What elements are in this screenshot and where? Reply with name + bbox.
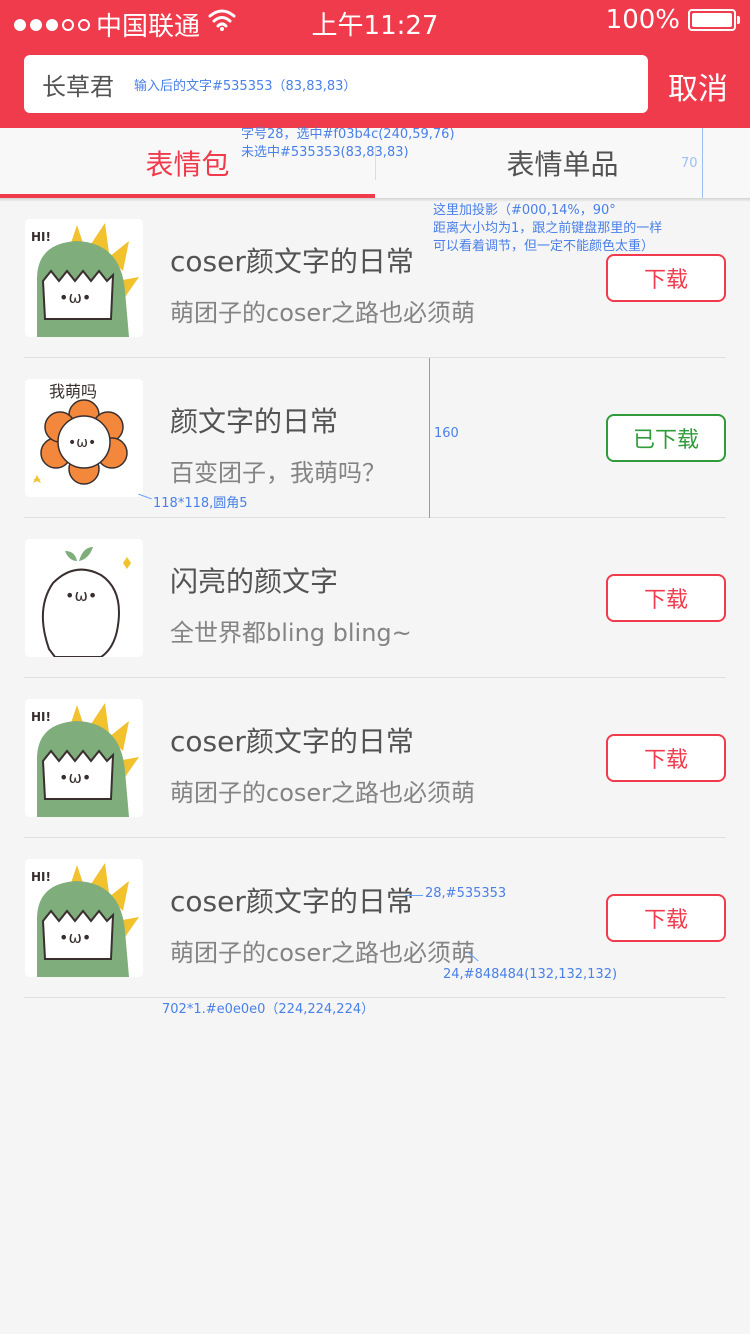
sprout-icon: •ω•	[25, 539, 143, 657]
item-subtitle: 百变团子，我萌吗？	[170, 459, 386, 487]
list-item[interactable]: •ω• 我萌吗 颜文字的日常 百变团子，我萌吗？ 已下载	[0, 358, 750, 518]
annotation-shadow-1: 这里加投影（#000,14%，90°	[433, 203, 616, 218]
annotation-row-height-line	[429, 358, 430, 518]
item-subtitle: 萌团子的coser之路也必须萌	[170, 939, 476, 967]
sticker-thumbnail: •ω•	[25, 539, 143, 657]
item-title: coser颜文字的日常	[170, 725, 414, 758]
item-title: 颜文字的日常	[170, 405, 339, 438]
annotation-title-line	[405, 895, 423, 896]
battery-group: 100%	[605, 5, 740, 35]
sticker-thumbnail: •ω• 我萌吗	[25, 379, 143, 497]
annotation-tab-height-line	[702, 128, 703, 198]
item-title: coser颜文字的日常	[170, 245, 414, 278]
search-query: 长草君	[42, 72, 114, 101]
item-title: 闪亮的颜文字	[170, 565, 339, 598]
list-item[interactable]: •ω• HI! coser颜文字的日常 萌团子的coser之路也必须萌 下载	[0, 838, 750, 998]
svg-text:HI!: HI!	[31, 710, 51, 724]
search-input[interactable]: 长草君 输入后的文字#535353（83,83,83）	[24, 55, 648, 113]
cancel-button[interactable]: 取消	[668, 64, 728, 108]
annotation-shadow-2: 距离大小均为1，跟之前键盘那里的一样	[433, 221, 663, 236]
download-button[interactable]: 下载	[606, 574, 726, 622]
svg-text:HI!: HI!	[31, 230, 51, 244]
item-subtitle: 萌团子的coser之路也必须萌	[170, 779, 476, 807]
list-item[interactable]: •ω• HI! coser颜文字的日常 萌团子的coser之路也必须萌 下载	[0, 678, 750, 838]
battery-percent: 100%	[605, 5, 680, 35]
download-button[interactable]: 下载	[606, 734, 726, 782]
svg-text:•ω•: •ω•	[65, 586, 97, 605]
annotation-subtitle-font: 24,#848484(132,132,132)	[443, 967, 618, 982]
annotation-tab-unselected: 未选中#535353(83,83,83)	[241, 145, 409, 160]
svg-text:HI!: HI!	[31, 870, 51, 884]
download-button[interactable]: 下载	[606, 894, 726, 942]
thumbnail-caption: 我萌吗	[49, 382, 97, 401]
dino-icon: •ω• HI!	[25, 219, 143, 337]
dino-icon: •ω• HI!	[25, 859, 143, 977]
svg-text:•ω•: •ω•	[59, 768, 91, 787]
annotation-title-font: 28,#535353	[425, 886, 507, 901]
item-subtitle: 全世界都bling bling~	[170, 619, 412, 647]
annotation-thumb-size: 118*118,圆角5	[153, 496, 248, 511]
item-subtitle: 萌团子的coser之路也必须萌	[170, 299, 476, 327]
annotation-row-height: 160	[434, 426, 459, 441]
svg-text:•ω•: •ω•	[59, 928, 91, 947]
row-divider	[24, 997, 726, 998]
battery-icon	[688, 9, 740, 31]
sticker-list: •ω• HI! coser颜文字的日常 萌团子的coser之路也必须萌 下载 •…	[0, 198, 750, 998]
annotation-divider: 702*1.#e0e0e0（224,224,224）	[162, 1002, 375, 1017]
item-title: coser颜文字的日常	[170, 885, 414, 918]
annotation-tab-font: 字号28，选中#f03b4c(240,59,76)	[241, 127, 455, 142]
download-button[interactable]: 下载	[606, 254, 726, 302]
dino-icon: •ω• HI!	[25, 699, 143, 817]
list-item[interactable]: •ω• 闪亮的颜文字 全世界都bling bling~ 下载	[0, 518, 750, 678]
sticker-thumbnail: •ω• HI!	[25, 699, 143, 817]
annotation-shadow-3: 可以看着调节，但一定不能颜色太重）	[433, 239, 655, 254]
status-bar: 中国联通 上午11:27 100%	[0, 0, 750, 42]
flower-icon: •ω• 我萌吗	[25, 379, 143, 497]
sticker-thumbnail: •ω• HI!	[25, 859, 143, 977]
svg-text:•ω•: •ω•	[68, 435, 96, 451]
svg-text:•ω•: •ω•	[59, 288, 91, 307]
sticker-thumbnail: •ω• HI!	[25, 219, 143, 337]
annotation-tab-height: 70	[681, 156, 698, 171]
downloaded-button[interactable]: 已下载	[606, 414, 726, 462]
annotation-search-text: 输入后的文字#535353（83,83,83）	[134, 78, 357, 94]
